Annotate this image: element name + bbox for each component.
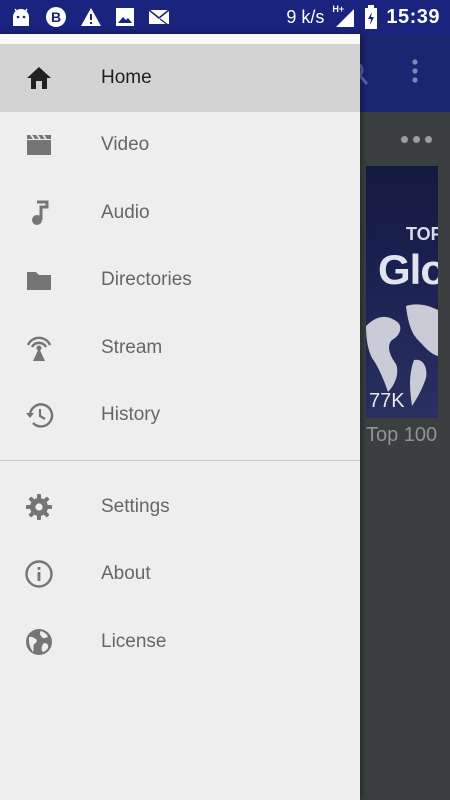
signal-icon: H+ (332, 4, 356, 28)
view-count: 77K (369, 390, 405, 412)
history-icon (24, 400, 54, 430)
nav-item-label: Video (101, 134, 150, 156)
nav-item-label: Directories (101, 269, 192, 291)
image-icon (116, 8, 134, 26)
bitcoin-icon: B (46, 7, 66, 27)
email-icon (148, 9, 170, 26)
nav-item-audio[interactable]: Audio (0, 179, 360, 247)
nav-item-settings[interactable]: Settings (0, 473, 360, 541)
broadcast-icon (24, 333, 54, 363)
android-icon (13, 8, 29, 26)
nav-item-label: Settings (101, 495, 170, 517)
nav-item-home[interactable]: Home (0, 44, 360, 112)
more-horiz-icon[interactable] (401, 136, 432, 143)
navigation-drawer: Home Video Audio Directories Stream Hist… (0, 34, 360, 800)
secondary-nav-list: Settings About License (0, 473, 360, 676)
nav-item-label: About (101, 563, 151, 585)
more-vert-icon[interactable] (411, 58, 419, 84)
nav-item-history[interactable]: History (0, 382, 360, 450)
thumbnail-top-text: TOP (406, 224, 438, 244)
clock: 15:39 (386, 5, 440, 28)
video-title[interactable]: Top 100 (366, 424, 437, 447)
nav-item-directories[interactable]: Directories (0, 247, 360, 315)
folder-icon (24, 265, 54, 295)
gear-icon (24, 492, 54, 522)
primary-nav-list: Home Video Audio Directories Stream Hist… (0, 44, 360, 449)
video-clapper-icon (24, 130, 54, 160)
nav-item-label: Audio (101, 201, 150, 223)
warning-icon (81, 8, 101, 26)
drawer-divider (0, 460, 360, 461)
nav-item-label: Home (101, 66, 152, 88)
nav-item-stream[interactable]: Stream (0, 314, 360, 382)
drawer-header (0, 34, 360, 44)
nav-item-label: License (101, 630, 167, 652)
globe-icon (24, 627, 54, 657)
info-icon (24, 559, 54, 589)
svg-text:B: B (51, 9, 61, 25)
notification-icons: B (10, 6, 170, 28)
nav-item-license[interactable]: License (0, 608, 360, 676)
nav-item-label: Stream (101, 336, 163, 358)
thumbnail-big-text: Glo (378, 246, 438, 293)
music-note-icon (24, 198, 54, 228)
network-speed: 9 k/s (286, 6, 325, 27)
video-thumbnail[interactable]: TOP Glo 77K (366, 166, 438, 418)
nav-item-about[interactable]: About (0, 541, 360, 609)
nav-item-video[interactable]: Video (0, 112, 360, 180)
battery-icon (365, 5, 378, 29)
nav-item-label: History (101, 404, 161, 426)
home-icon (24, 63, 54, 93)
status-bar: B 9 k/s H+ 15:39 (0, 0, 450, 34)
